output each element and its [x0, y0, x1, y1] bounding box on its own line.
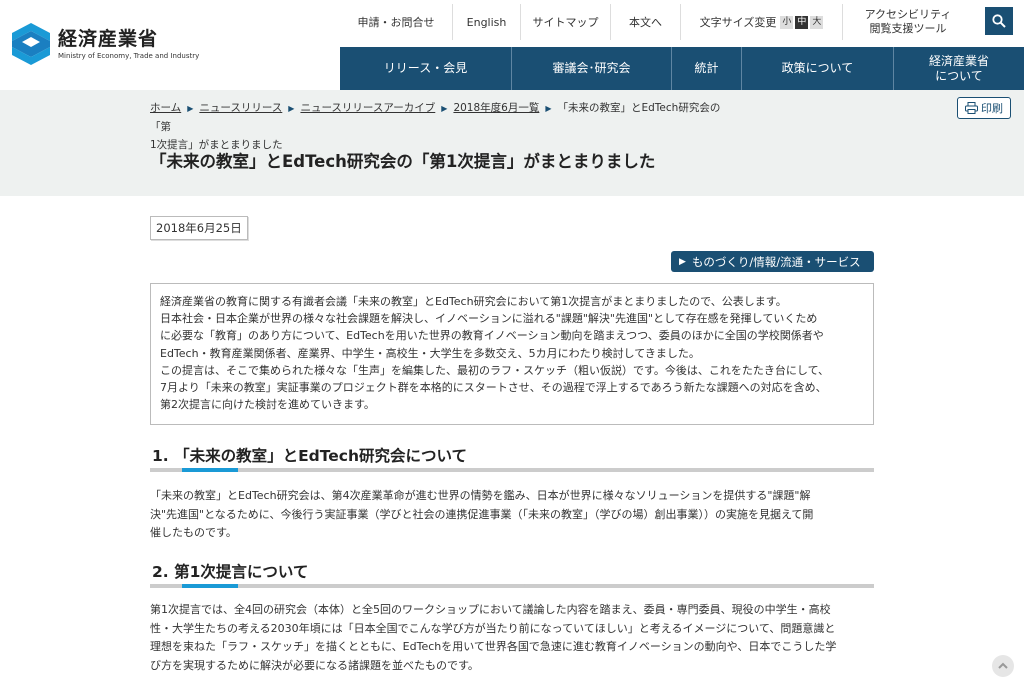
breadcrumb-news-release[interactable]: ニュースリリース	[199, 102, 282, 114]
apply-contact-link[interactable]: 申請・お問合せ	[340, 4, 453, 40]
breadcrumb: ホーム ▶ ニュースリリース ▶ ニュースリリースアーカイブ ▶ 2018年度6月一覧 ▶ 「未…	[150, 99, 740, 154]
section2-line: び方を実現するために解決が必要になる諸課題を並べたものです。	[150, 658, 479, 672]
gnav-about-line2: について	[935, 68, 983, 83]
logo-title: 経済産業省	[58, 27, 159, 50]
section1-line: 「未来の教室」とEdTech研究会は、第4次産業革命が進む世界の情勢を鑑み、日本…	[150, 489, 811, 502]
page-top-button[interactable]	[992, 655, 1014, 677]
section2-line: 第1次提言では、全4回の研究会（本体）と全5回のワークショップにおいて議論した内…	[150, 603, 831, 616]
section1-heading-text: 1. 「未来の教室」とEdTech研究会について	[152, 447, 468, 465]
section2-line: 性・大学生たちの考える2030年頃には「日本全国でこんな学び方が当たり前になって…	[150, 621, 836, 635]
font-size-small-button[interactable]: 小	[780, 15, 794, 29]
gnav-councils[interactable]: 審議会･研究会	[512, 47, 672, 90]
page-title: 「未来の教室」とEdTech研究会の「第1次提言」がまとまりました	[150, 152, 656, 171]
section2-heading-text: 2. 第1次提言について	[152, 563, 309, 581]
a11y-label-line2: 閲覧支援ツール	[869, 22, 947, 35]
accessibility-tool-link[interactable]: アクセシビリティ 閲覧支援ツール	[843, 4, 973, 40]
section1-heading: 1. 「未来の教室」とEdTech研究会について	[150, 444, 874, 472]
meti-logo-icon	[12, 23, 50, 65]
breadcrumb-home[interactable]: ホーム	[150, 102, 181, 114]
font-size-large-button[interactable]: 大	[810, 15, 824, 29]
utility-nav: 申請・お問合せ English サイトマップ 本文へ 文字サイズ変更 小 中 大…	[340, 0, 973, 44]
summary-line: 日本社会・日本企業が世界の様々な社会課題を解決し、イノベーションに溢れる"課題"…	[160, 312, 818, 326]
breadcrumb-arrow-icon: ▶	[187, 104, 194, 113]
summary-line: EdTech・教育産業関係者、産業界、中学生・高校生・大学生を多数交え、5カ月に…	[160, 346, 700, 360]
summary-line: 経済産業省の教育に関する有識者会議「未来の教室」とEdTech研究会において第1…	[160, 295, 787, 308]
breadcrumb-arrow-icon: ▶	[441, 104, 448, 113]
print-label: 印刷	[981, 102, 1003, 115]
chevron-up-icon	[998, 662, 1008, 669]
summary-line: 第2次提言に向けた検討を進めていきます。	[160, 398, 375, 412]
logo-subtitle: Ministry of Economy, Trade and Industry	[58, 51, 200, 60]
breadcrumb-archive[interactable]: ニュースリリースアーカイブ	[300, 102, 435, 114]
gnav-about-meti[interactable]: 経済産業省 について	[894, 47, 1024, 90]
printer-icon	[965, 102, 978, 114]
meti-logo[interactable]: 経済産業省 Ministry of Economy, Trade and Ind…	[12, 22, 199, 66]
a11y-label-line1: アクセシビリティ	[864, 8, 952, 21]
print-button[interactable]: 印刷	[957, 97, 1011, 119]
section1-line: 催したものです。	[150, 526, 237, 539]
section2-heading: 2. 第1次提言について	[150, 560, 874, 588]
section1-body: 「未来の教室」とEdTech研究会は、第4次産業革命が進む世界の情勢を鑑み、日本…	[150, 487, 880, 543]
gnav-policy[interactable]: 政策について	[742, 47, 894, 90]
summary-line: この提言は、そこで集められた様々な「生声」を編集した、最初のラフ・スケッチ（粗い…	[160, 363, 830, 377]
sitemap-link[interactable]: サイトマップ	[521, 4, 611, 40]
gnav-statistics[interactable]: 統計	[672, 47, 742, 90]
gnav-about-line1: 経済産業省	[928, 53, 989, 68]
summary-line: に必要な「教育」のあり方について、EdTechを用いた世界の教育イノベーション動…	[160, 329, 824, 343]
release-date: 2018年6月25日	[150, 216, 248, 240]
heading-accent-bar	[182, 584, 238, 588]
section2-line: 理想を束ねた「ラフ・スケッチ」を描くとともに、EdTechを用いて世界各国で急速…	[150, 640, 837, 653]
font-size-control: 文字サイズ変更 小 中 大	[681, 4, 843, 40]
heading-accent-bar	[182, 468, 238, 472]
category-tag[interactable]: ▶ ものづくり/情報/流通・サービス	[671, 251, 874, 272]
site-header: 経済産業省 Ministry of Economy, Trade and Ind…	[0, 0, 1024, 90]
breadcrumb-june-list[interactable]: 2018年度6月一覧	[453, 102, 539, 114]
gnav-releases[interactable]: リリース・会見	[340, 47, 512, 90]
font-size-medium-button[interactable]: 中	[795, 15, 809, 29]
summary-box: 経済産業省の教育に関する有識者会議「未来の教室」とEdTech研究会において第1…	[150, 283, 874, 425]
category-label: ものづくり/情報/流通・サービス	[691, 254, 861, 269]
skip-to-content-link[interactable]: 本文へ	[611, 4, 681, 40]
english-link[interactable]: English	[453, 4, 521, 40]
section1-line: 決"先進国"となるために、今後行う実証事業（学びと社会の連携促進事業（「未来の教…	[150, 507, 814, 521]
breadcrumb-arrow-icon: ▶	[545, 104, 552, 113]
summary-line: 7月より「未来の教室」実証事業のプロジェクト群を本格的にスタートさせ、その過程で…	[160, 381, 827, 395]
section2-body: 第1次提言では、全4回の研究会（本体）と全5回のワークショップにおいて議論した内…	[150, 601, 880, 675]
search-button[interactable]	[985, 7, 1013, 35]
breadcrumb-arrow-icon: ▶	[288, 104, 295, 113]
search-icon	[992, 14, 1006, 28]
global-nav: リリース・会見 審議会･研究会 統計 政策について 経済産業省 について	[340, 47, 1024, 90]
font-size-label: 文字サイズ変更	[699, 16, 777, 29]
play-arrow-icon: ▶	[679, 256, 686, 267]
